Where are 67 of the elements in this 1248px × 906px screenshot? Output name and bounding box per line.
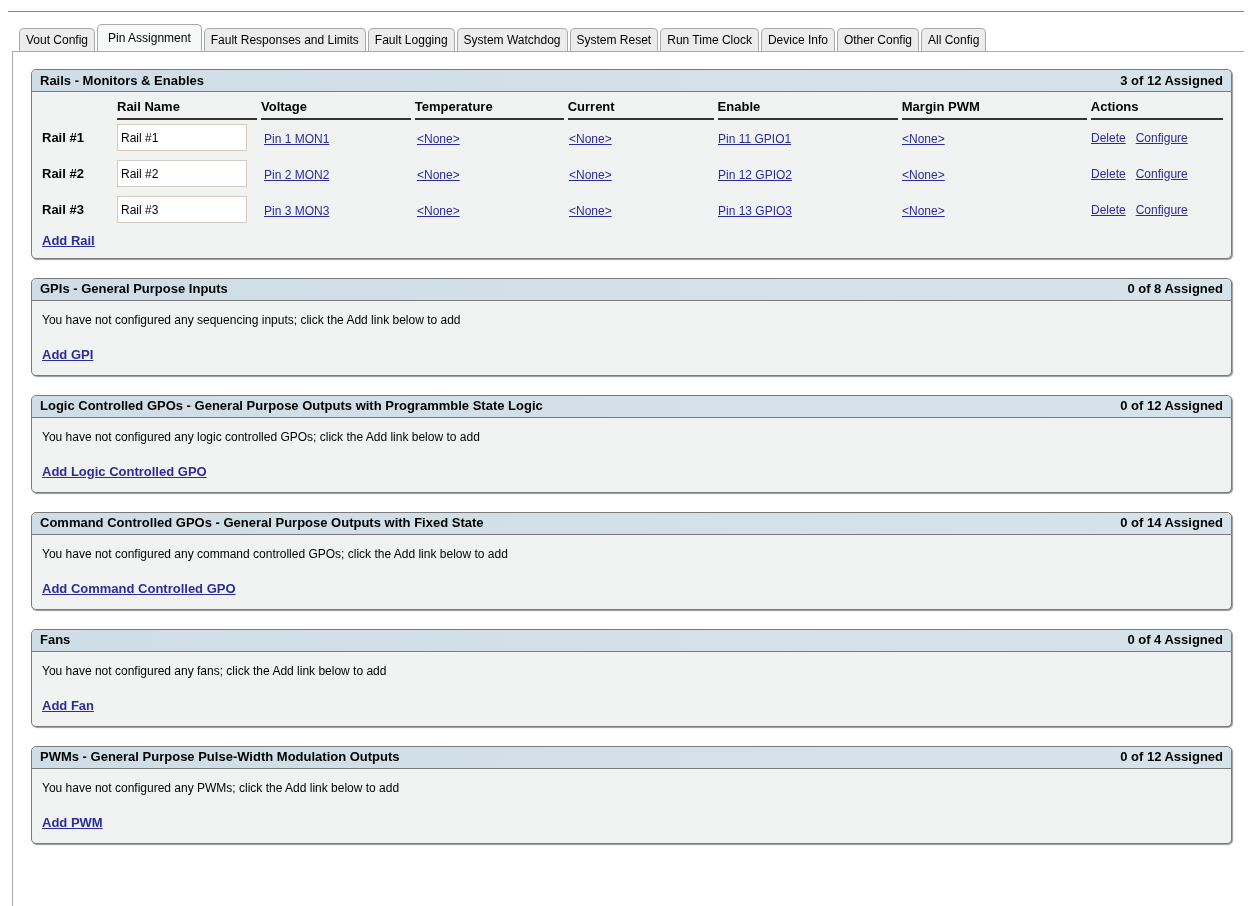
current-link[interactable]: <None> (569, 167, 612, 182)
rail-name-field[interactable]: Rail #1 (117, 124, 247, 151)
assigned-count: 0 of 14 Assigned (1120, 514, 1223, 533)
tab[interactable]: Other Config (836, 28, 919, 51)
rail-name-field[interactable]: Rail #3 (117, 196, 247, 223)
add-link[interactable]: Add PWM (42, 814, 103, 830)
tab[interactable]: Vout Config (19, 28, 96, 51)
tab[interactable]: Run Time Clock (660, 28, 759, 51)
add-link[interactable]: Add Command Controlled GPO (42, 580, 236, 596)
assigned-count: 0 of 4 Assigned (1127, 631, 1223, 650)
column-header: Margin PWM (901, 97, 1087, 120)
tab[interactable]: Device Info (760, 28, 835, 51)
assigned-count: 3 of 12 Assigned (1120, 71, 1223, 90)
margin-pwm-link[interactable]: <None> (902, 167, 945, 182)
tab[interactable]: Fault Responses and Limits (203, 28, 366, 51)
enable-link[interactable]: Pin 12 GPIO2 (718, 167, 793, 182)
rail-label: Rail #3 (42, 200, 85, 219)
column-header: Current (567, 97, 714, 120)
column-header: Rail Name (117, 97, 258, 120)
column-header: Actions (1090, 97, 1223, 120)
add-link[interactable]: Add Rail (42, 230, 95, 250)
temperature-link[interactable]: <None> (417, 203, 460, 218)
assigned-count: 0 of 12 Assigned (1120, 397, 1223, 416)
voltage-link[interactable]: Pin 3 MON3 (264, 203, 330, 218)
delete-link[interactable]: Delete (1091, 128, 1126, 147)
section-title: Fans (40, 631, 71, 650)
tab[interactable]: System Watchdog (456, 28, 568, 51)
tab[interactable]: Pin Assignment (97, 24, 202, 51)
rail-label: Rail #1 (42, 128, 85, 147)
current-link[interactable]: <None> (569, 131, 612, 146)
section-title: Command Controlled GPOs - General Purpose Outputs with Fixed State (40, 514, 484, 533)
temperature-link[interactable]: <None> (417, 167, 460, 182)
voltage-link[interactable]: Pin 2 MON2 (264, 167, 330, 182)
delete-link[interactable]: Delete (1091, 200, 1126, 219)
section-title: Logic Controlled GPOs - General Purpose Outputs with Programmble State Logic (40, 397, 543, 416)
section-title: GPIs - General Purpose Inputs (40, 280, 228, 299)
temperature-link[interactable]: <None> (417, 131, 460, 146)
tab[interactable]: Fault Logging (367, 28, 455, 51)
add-link[interactable]: Add GPI (42, 346, 94, 362)
tab[interactable]: All Config (921, 28, 987, 51)
delete-link[interactable]: Delete (1091, 164, 1126, 183)
assigned-count: 0 of 8 Assigned (1127, 280, 1223, 299)
add-link[interactable]: Add Logic Controlled GPO (42, 463, 207, 479)
empty-message: You have not configured any command controlled GPOs; click the Add link below to add (42, 545, 509, 563)
empty-message: You have not configured any PWMs; click the Add link below to add (42, 779, 401, 797)
assigned-count: 0 of 12 Assigned (1120, 748, 1223, 767)
margin-pwm-link[interactable]: <None> (902, 203, 945, 218)
configure-link[interactable]: Configure (1135, 200, 1188, 219)
configure-link[interactable]: Configure (1135, 128, 1188, 147)
configure-link[interactable]: Configure (1135, 164, 1188, 183)
rail-label: Rail #2 (42, 164, 85, 183)
tab[interactable]: System Reset (569, 28, 659, 51)
empty-message: You have not configured any sequencing inputs; click the Add link below to add (42, 311, 462, 329)
rail-name-field[interactable]: Rail #2 (117, 160, 247, 187)
empty-message: You have not configured any logic controlled GPOs; click the Add link below to add (42, 428, 481, 446)
margin-pwm-link[interactable]: <None> (902, 131, 945, 146)
current-link[interactable]: <None> (569, 203, 612, 218)
column-header: Temperature (414, 97, 564, 120)
enable-link[interactable]: Pin 13 GPIO3 (718, 203, 793, 218)
section-title: PWMs - General Purpose Pulse-Width Modulation Outputs (40, 748, 400, 767)
voltage-link[interactable]: Pin 1 MON1 (264, 131, 330, 146)
enable-link[interactable]: Pin 11 GPIO1 (718, 131, 792, 146)
empty-message: You have not configured any fans; click the Add link below to add (42, 662, 388, 680)
add-link[interactable]: Add Fan (42, 697, 94, 713)
section-title: Rails - Monitors & Enables (40, 71, 204, 90)
column-header: Voltage (261, 97, 411, 120)
column-header: Enable (717, 97, 898, 120)
